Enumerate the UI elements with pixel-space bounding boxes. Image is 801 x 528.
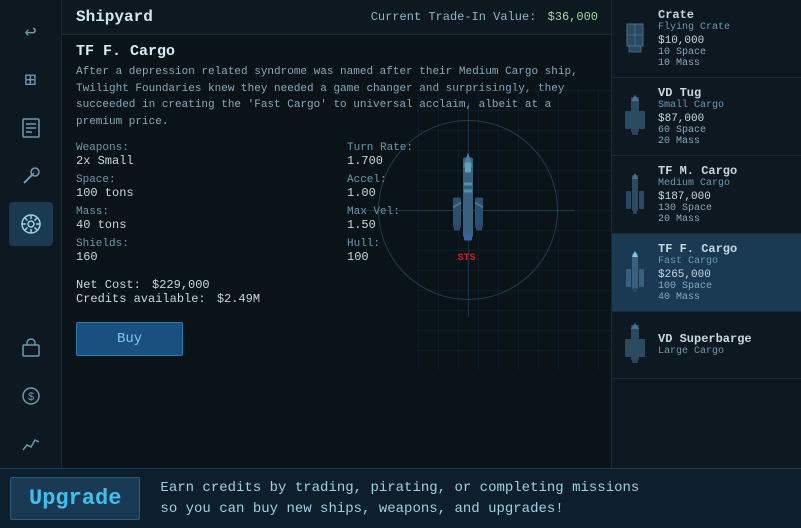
ship-list-stats: 100 Space 40 Mass xyxy=(658,281,793,303)
tip-text: Earn credits by trading, pirating, or co… xyxy=(160,478,639,520)
stat-shields: Shields: 160 xyxy=(76,238,327,264)
ship-list-type: Large Cargo xyxy=(658,346,793,357)
ship-list-info: VD TugSmall Cargo $87,00060 Space 20 Mass xyxy=(658,86,793,147)
page-title: Shipyard xyxy=(76,8,153,26)
buy-button[interactable]: Buy xyxy=(76,322,183,356)
ship-list-stats: 10 Space 10 Mass xyxy=(658,47,793,69)
ship-thumbnail xyxy=(620,170,650,220)
bottom-bar: Upgrade Earn credits by trading, piratin… xyxy=(0,468,801,528)
ship-list-info: TF F. CargoFast Cargo $265,000100 Space 4… xyxy=(658,242,793,303)
ship-list-price: $265,000 xyxy=(658,269,793,281)
ship-list-price: $10,000 xyxy=(658,35,793,47)
sidebar-icon-map[interactable]: ⊞ xyxy=(9,58,53,102)
stat-weapons: Weapons: 2x Small xyxy=(76,142,327,168)
sts-label: STS xyxy=(458,253,476,264)
ship-list-type: Small Cargo xyxy=(658,100,793,111)
ship-list-stats: 130 Space 20 Mass xyxy=(658,203,793,225)
stat-space: Space: 100 tons xyxy=(76,174,327,200)
ship-visualization: STS xyxy=(338,60,598,360)
ship-list-name: Crate xyxy=(658,8,793,22)
ship-list-stats: 60 Space 20 Mass xyxy=(658,125,793,147)
ship-list: CrateFlying Crate $10,00010 Space 10 Mass… xyxy=(612,0,801,379)
ship-list-price: $187,000 xyxy=(658,191,793,203)
ship-thumbnail xyxy=(620,320,650,370)
sidebar-icon-tools[interactable] xyxy=(9,154,53,198)
sidebar-icon-credits[interactable]: $ xyxy=(9,374,53,418)
upgrade-button[interactable]: Upgrade xyxy=(10,477,140,520)
ship-list-type: Fast Cargo xyxy=(658,256,793,267)
ship-viz-inner: STS xyxy=(338,60,598,360)
trade-value: Current Trade-In Value: $36,000 xyxy=(371,10,598,24)
stat-mass: Mass: 40 tons xyxy=(76,206,327,232)
sidebar: ↩ ⊞ xyxy=(0,0,62,528)
ship-list-item[interactable]: CrateFlying Crate $10,00010 Space 10 Mass xyxy=(612,0,801,78)
sidebar-icon-stats[interactable] xyxy=(9,422,53,466)
ship-thumbnail xyxy=(620,14,650,64)
ship-thumbnail xyxy=(620,92,650,142)
ship-list-type: Medium Cargo xyxy=(658,178,793,189)
ship-list-item[interactable]: VD TugSmall Cargo $87,00060 Space 20 Mass xyxy=(612,78,801,156)
ship-list-name: TF M. Cargo xyxy=(658,164,793,178)
sidebar-icon-info[interactable] xyxy=(9,106,53,150)
sidebar-bottom: $ xyxy=(0,324,62,468)
collapse-panel-button[interactable]: ‹ xyxy=(611,246,612,282)
ship-list-info: VD SuperbargeLarge Cargo xyxy=(658,332,793,359)
ship-list-name: VD Tug xyxy=(658,86,793,100)
sidebar-icon-trade[interactable] xyxy=(9,326,53,370)
main-panel: Shipyard Current Trade-In Value: $36,000… xyxy=(62,0,612,528)
ship-list-name: VD Superbarge xyxy=(658,332,793,346)
ship-list-info: TF M. CargoMedium Cargo $187,000130 Space… xyxy=(658,164,793,225)
ship-list-type: Flying Crate xyxy=(658,22,793,33)
ship-thumbnail xyxy=(620,248,650,298)
svg-text:$: $ xyxy=(27,391,33,403)
shipyard-header: Shipyard Current Trade-In Value: $36,000 xyxy=(62,0,612,35)
ship-list-price: $87,000 xyxy=(658,113,793,125)
ship-list-panel: ‹ CrateFlying Crate $10,00010 Space 10 Ma… xyxy=(611,0,801,528)
ship-list-info: CrateFlying Crate $10,00010 Space 10 Mass xyxy=(658,8,793,69)
sidebar-icon-back[interactable]: ↩ xyxy=(9,10,53,54)
sidebar-icon-helm[interactable] xyxy=(9,202,53,246)
ship-list-name: TF F. Cargo xyxy=(658,242,793,256)
ship-list-item[interactable]: TF M. CargoMedium Cargo $187,000130 Space… xyxy=(612,156,801,234)
ship-list-item[interactable]: VD SuperbargeLarge Cargo xyxy=(612,312,801,379)
ship-list-item[interactable]: TF F. CargoFast Cargo $265,000100 Space 4… xyxy=(612,234,801,312)
